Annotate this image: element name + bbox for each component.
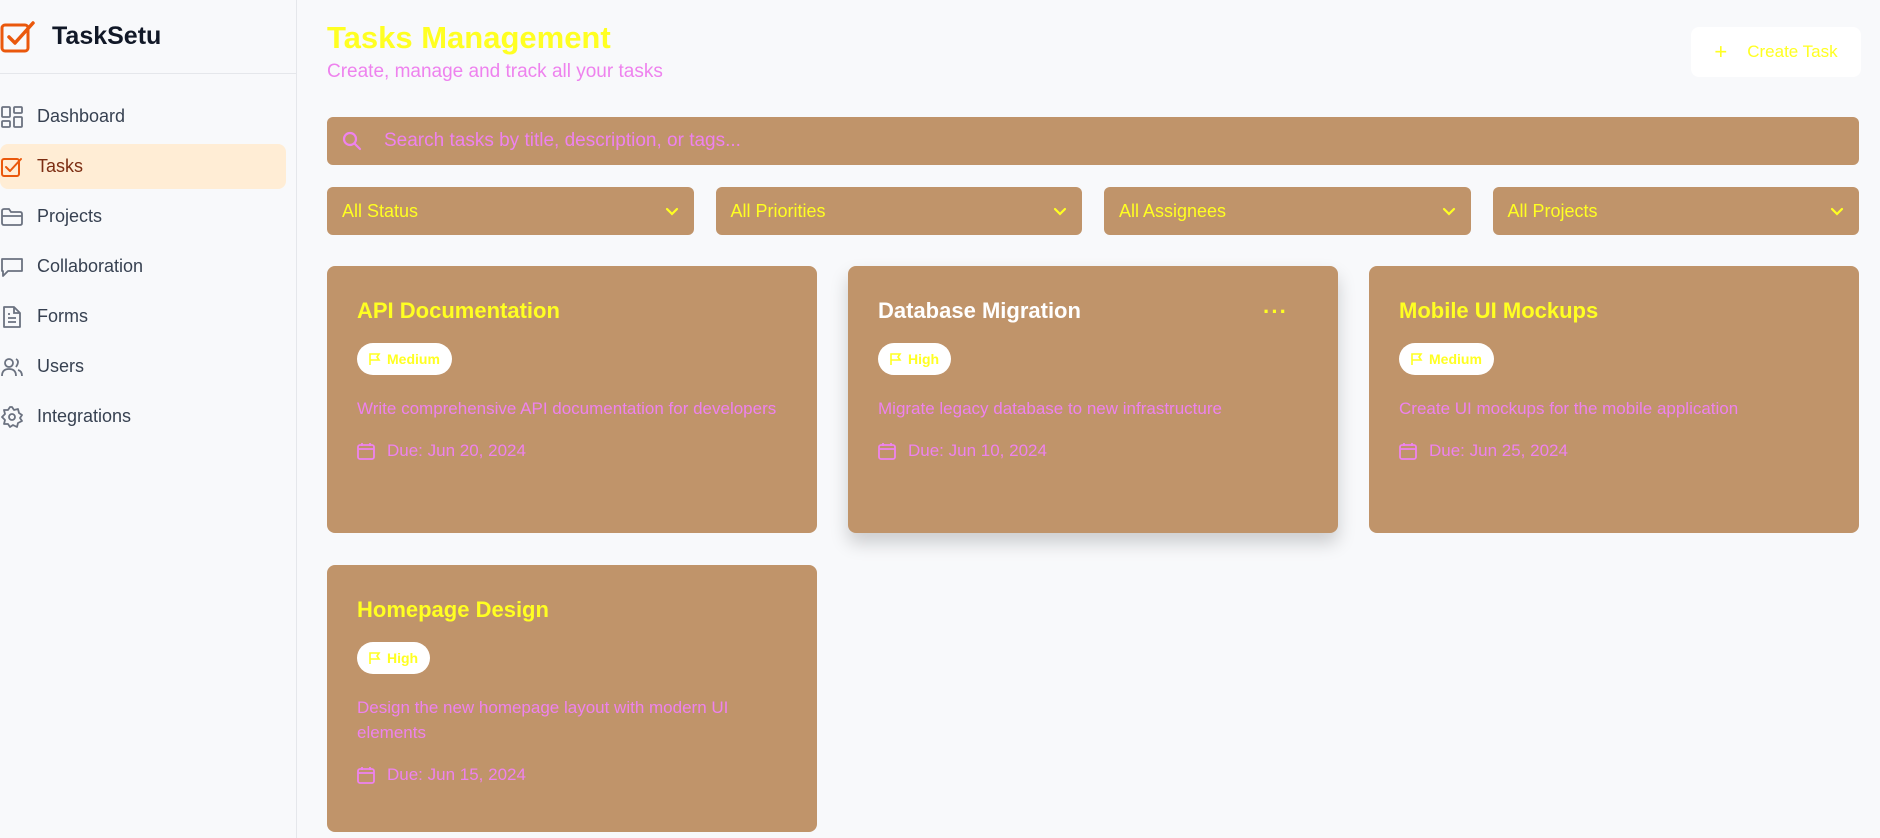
users-icon [0, 355, 24, 379]
filter-value: All Projects [1507, 200, 1598, 221]
dashboard-icon [0, 105, 24, 129]
task-description: Write comprehensive API documentation fo… [357, 399, 777, 418]
sidebar-item-tasks[interactable]: Tasks [0, 144, 286, 189]
search-input[interactable] [384, 130, 1784, 152]
task-description: Create UI mockups for the mobile applica… [1399, 399, 1739, 418]
task-description: Migrate legacy database to new infrastru… [878, 399, 1222, 418]
calendar-icon [357, 766, 375, 784]
search-bar[interactable] [327, 117, 1859, 165]
chevron-down-icon [1053, 201, 1067, 222]
due-date-text: Due: Jun 20, 2024 [387, 441, 526, 460]
due-date-text: Due: Jun 25, 2024 [1429, 441, 1568, 460]
task-description: Design the new homepage layout with mode… [357, 698, 729, 742]
priority-label: High [908, 351, 940, 367]
gear-icon [0, 405, 24, 429]
due-date-text: Due: Jun 15, 2024 [387, 765, 526, 784]
task-card[interactable]: Database Migration ··· High Migrate lega… [848, 266, 1338, 533]
task-title: Mobile UI Mockups [1399, 298, 1599, 323]
task-due-date: Due: Jun 25, 2024 [1399, 441, 1829, 461]
due-date-text: Due: Jun 10, 2024 [908, 441, 1047, 460]
search-icon [342, 130, 364, 152]
calendar-icon [878, 442, 896, 460]
sidebar-item-label: Collaboration [37, 256, 144, 276]
sidebar-item-label: Forms [37, 306, 88, 326]
sidebar-item-dashboard[interactable]: Dashboard [0, 94, 286, 139]
chevron-down-icon [1830, 201, 1844, 222]
app-name: TaskSetu [52, 22, 162, 50]
document-icon [0, 305, 24, 329]
create-task-button[interactable]: + Create Task [1691, 27, 1861, 77]
calendar-icon [357, 442, 375, 460]
task-due-date: Due: Jun 20, 2024 [357, 441, 787, 461]
flag-icon [369, 651, 381, 665]
tasks-icon [0, 155, 24, 179]
status-filter-select[interactable]: All Status [327, 187, 694, 235]
priority-badge: High [878, 343, 952, 375]
calendar-icon [1399, 442, 1417, 460]
project-filter-select[interactable]: All Projects [1492, 187, 1859, 235]
folder-icon [0, 205, 24, 229]
brand[interactable]: TaskSetu [0, 0, 296, 74]
task-card[interactable]: API Documentation Medium Write comprehen… [327, 266, 817, 533]
priority-label: Medium [1429, 351, 1482, 367]
filter-value: All Assignees [1119, 200, 1227, 221]
flag-icon [1411, 352, 1423, 366]
priority-filter-select[interactable]: All Priorities [715, 187, 1082, 235]
create-task-label: Create Task [1747, 42, 1838, 61]
more-options-icon[interactable]: ··· [1263, 301, 1288, 323]
priority-label: Medium [387, 351, 440, 367]
task-due-date: Due: Jun 10, 2024 [878, 441, 1308, 461]
sidebar: TaskSetu Dashboard Tasks Projects Collab… [0, 0, 297, 838]
assignee-filter-select[interactable]: All Assignees [1104, 187, 1471, 235]
sidebar-item-projects[interactable]: Projects [0, 194, 286, 239]
chevron-down-icon [1442, 201, 1456, 222]
task-due-date: Due: Jun 15, 2024 [357, 765, 787, 785]
flag-icon [369, 352, 381, 366]
sidebar-item-label: Users [37, 356, 85, 376]
task-card[interactable]: Homepage Design High Design the new home… [327, 565, 817, 832]
chat-icon [0, 255, 24, 279]
filter-value: All Status [342, 200, 419, 221]
sidebar-item-integrations[interactable]: Integrations [0, 394, 286, 439]
checkbox-logo-icon [0, 19, 36, 55]
task-title: API Documentation [357, 298, 560, 323]
priority-badge: Medium [357, 343, 452, 375]
sidebar-item-label: Tasks [37, 156, 84, 176]
flag-icon [890, 352, 902, 366]
priority-label: High [387, 650, 419, 666]
filter-bar: All Status All Priorities All Assignees … [327, 187, 1859, 235]
sidebar-item-forms[interactable]: Forms [0, 294, 286, 339]
sidebar-item-label: Dashboard [37, 106, 126, 126]
task-card[interactable]: Mobile UI Mockups Medium Create UI mocku… [1369, 266, 1859, 533]
filter-value: All Priorities [730, 200, 826, 221]
sidebar-item-users[interactable]: Users [0, 344, 286, 389]
page-subtitle: Create, manage and track all your tasks [327, 61, 663, 82]
main-content: Tasks Management Create, manage and trac… [297, 0, 1880, 838]
priority-badge: Medium [1399, 343, 1494, 375]
sidebar-item-label: Projects [37, 206, 103, 226]
plus-icon: + [1714, 39, 1728, 64]
task-title: Homepage Design [357, 597, 549, 622]
task-title: Database Migration [878, 298, 1081, 323]
page-title: Tasks Management [327, 20, 611, 55]
sidebar-nav: Dashboard Tasks Projects Collaboration F… [0, 74, 296, 439]
sidebar-item-collaboration[interactable]: Collaboration [0, 244, 286, 289]
chevron-down-icon [665, 201, 679, 222]
priority-badge: High [357, 642, 431, 674]
sidebar-item-label: Integrations [37, 406, 132, 426]
